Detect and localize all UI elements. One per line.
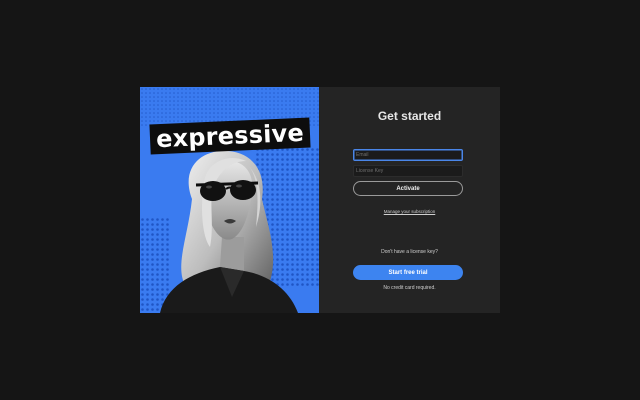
form-panel: Get started Activate Manage your subscri… [319,87,500,313]
activate-button[interactable]: Activate [353,181,463,196]
email-field[interactable] [353,149,463,161]
manage-subscription-link[interactable]: Manage your subscription [319,209,500,214]
no-license-prompt: Don't have a license key? [381,249,438,255]
activation-dialog: expressive Get started Activate Manage y… [140,87,500,313]
no-credit-card-note: No credit card required. [383,285,436,291]
license-key-field[interactable] [353,165,463,177]
start-free-trial-button[interactable]: Start free trial [353,265,463,280]
page-title: Get started [377,109,442,123]
brand-logo-text: expressive [155,118,305,154]
hero-illustration: expressive [140,87,319,313]
